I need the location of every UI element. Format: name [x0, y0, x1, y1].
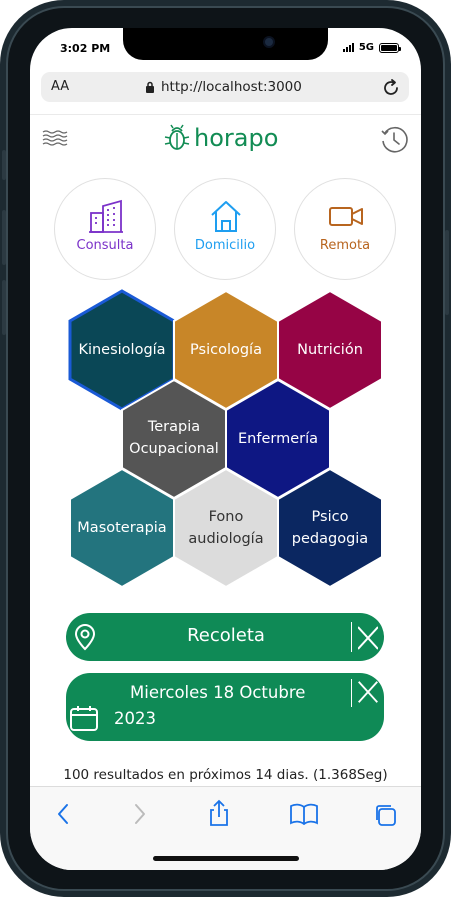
volume-up-button — [2, 210, 6, 265]
app-header: horapo — [30, 114, 421, 162]
hex-fono-line1: Fono — [208, 509, 244, 525]
mode-remota-label: Remota — [319, 238, 371, 253]
back-icon[interactable] — [56, 803, 70, 825]
url-display[interactable]: http://localhost:3000 — [145, 79, 302, 95]
home-icon — [211, 201, 241, 232]
hex-psicologia-label: Psicología — [190, 342, 262, 358]
date-filter-divider — [351, 679, 352, 707]
network-label: 5G — [358, 42, 374, 53]
date-filter-line2: 2023 — [114, 709, 156, 728]
url-text: http://localhost:3000 — [161, 79, 302, 95]
hex-kinesiologia-label: Kinesiología — [78, 342, 166, 358]
results-summary: 100 resultados en próximos 14 dias. (1.3… — [63, 767, 388, 783]
location-clear-icon[interactable] — [358, 623, 378, 651]
hex-psico-line2: pedagogia — [291, 531, 369, 547]
status-indicators: 5G — [342, 42, 401, 53]
bookmarks-icon[interactable] — [290, 803, 318, 825]
hex-fonoaudiologia-label: Fono audiología — [174, 506, 278, 550]
mode-domicilio[interactable]: Domicilio — [174, 178, 276, 280]
silent-switch — [2, 150, 6, 180]
hex-terapia-line1: Terapia — [147, 419, 201, 435]
volume-down-button — [2, 280, 6, 335]
front-camera — [263, 36, 275, 48]
mode-consulta-label: Consulta — [76, 238, 134, 253]
status-bar: 3:02 PM 5G — [30, 28, 421, 70]
hex-psico-line1: Psico — [311, 509, 349, 525]
lock-icon — [146, 81, 154, 93]
mode-remota[interactable]: Remota — [294, 178, 396, 280]
hex-fono-line2: audiología — [188, 531, 264, 547]
hex-enfermeria-label: Enfermería — [237, 431, 318, 447]
tabs-icon[interactable] — [373, 803, 397, 827]
attention-modes: Consulta Domicilio Remota — [54, 178, 398, 280]
reload-icon[interactable] — [383, 77, 401, 97]
signal-icon — [342, 43, 354, 52]
address-bar[interactable]: AA http://localhost:3000 — [41, 72, 409, 102]
mode-consulta[interactable]: Consulta — [54, 178, 156, 280]
battery-icon — [379, 42, 401, 53]
forward-icon[interactable] — [133, 803, 147, 825]
hex-nutricion-label: Nutrición — [297, 342, 363, 358]
hex-terapia-line2: Ocupacional — [129, 441, 219, 457]
bug-logo-icon — [164, 124, 190, 150]
hex-masoterapia-label: Masoterapia — [77, 520, 167, 536]
reader-aa-button[interactable]: AA — [51, 79, 69, 94]
hex-psicopedagogia-label: Psico pedagogia — [278, 506, 382, 550]
status-time: 3:02 PM — [60, 42, 111, 55]
date-filter-line1: Miercoles 18 Octubre — [130, 683, 306, 702]
menu-icon[interactable] — [42, 129, 68, 147]
share-icon[interactable] — [208, 799, 230, 827]
brand-name: horapo — [194, 124, 279, 152]
history-clock-icon[interactable] — [379, 125, 409, 155]
mode-domicilio-label: Domicilio — [194, 238, 256, 253]
date-filter[interactable]: Miercoles 18 Octubre 2023 — [66, 673, 384, 741]
screen: 3:02 PM 5G AA http://localhost:3000 hora… — [30, 28, 421, 870]
date-clear-icon[interactable] — [358, 679, 378, 705]
building-icon — [89, 199, 123, 233]
calendar-icon — [70, 706, 98, 731]
power-button — [445, 230, 449, 315]
hex-terapia-ocupacional-label: Terapia Ocupacional — [122, 416, 226, 460]
location-filter-divider — [351, 622, 352, 652]
notch — [123, 28, 328, 60]
video-camera-icon — [329, 207, 363, 226]
location-filter-label: Recoleta — [187, 625, 265, 646]
brand-logo[interactable]: horapo — [164, 123, 278, 153]
home-indicator[interactable] — [153, 856, 299, 861]
location-filter[interactable]: Recoleta — [66, 613, 384, 661]
